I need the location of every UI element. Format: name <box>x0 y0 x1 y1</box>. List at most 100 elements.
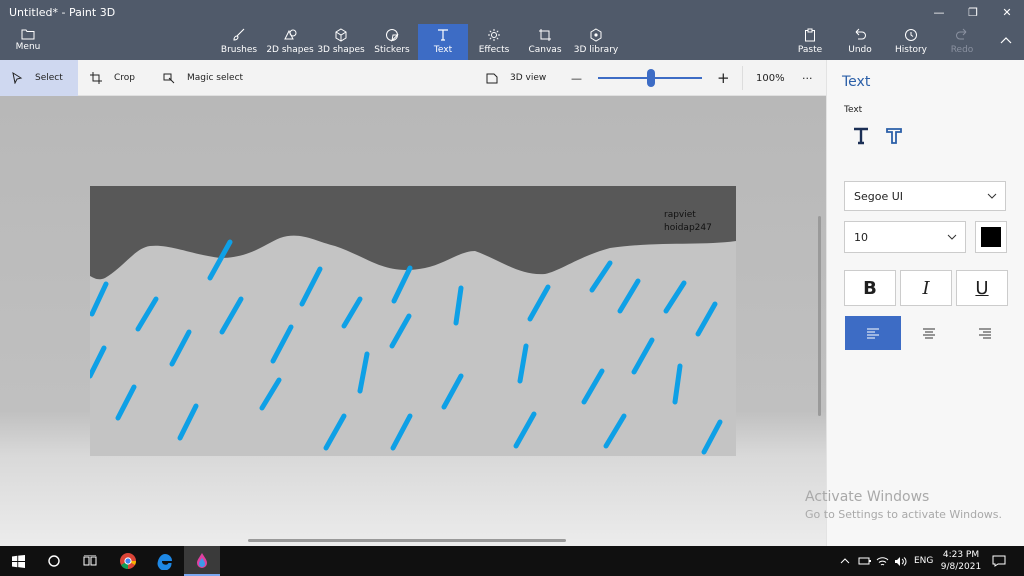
chrome-icon <box>120 553 137 570</box>
italic-button[interactable]: I <box>900 270 952 306</box>
task-view-icon <box>83 555 97 566</box>
zoom-in-button[interactable]: + <box>717 60 730 96</box>
clipboard-icon <box>805 28 815 42</box>
crop-button[interactable]: Crop <box>90 60 135 96</box>
canvas-icon <box>539 29 551 41</box>
chrome-taskbar-button[interactable] <box>110 546 146 576</box>
paint3d-taskbar-button[interactable] <box>184 546 220 576</box>
canvas-drawing <box>87 186 736 456</box>
more-options-button[interactable]: ··· <box>802 60 813 96</box>
font-size-select[interactable]: 10 <box>844 221 966 253</box>
effects-button[interactable]: Effects <box>469 24 519 60</box>
magic-select-label: Magic select <box>187 73 244 83</box>
notification-center-button[interactable] <box>992 546 1006 576</box>
undo-label: Undo <box>848 45 872 55</box>
font-family-value: Segoe UI <box>854 189 904 203</box>
panel-title: Text <box>842 74 871 90</box>
2d-text-button[interactable] <box>849 124 873 148</box>
paint3d-icon <box>197 553 207 568</box>
sub-toolbar: Select Crop Magic select 3D view — + 100… <box>0 60 826 96</box>
2d-shapes-label: 2D shapes <box>266 45 314 55</box>
redo-icon <box>956 28 967 40</box>
wifi-icon <box>876 556 889 565</box>
brushes-label: Brushes <box>220 45 258 55</box>
edge-taskbar-button[interactable] <box>147 546 183 576</box>
close-button[interactable]: ✕ <box>990 0 1024 24</box>
cube-icon <box>335 28 347 42</box>
search-button[interactable] <box>36 546 72 576</box>
text-color-fill <box>981 227 1001 247</box>
history-button[interactable]: History <box>886 24 936 60</box>
clock-time: 4:23 PM <box>942 550 980 560</box>
text-side-panel: Text Text Segoe UI 10 B I U <box>826 60 1024 546</box>
3d-library-button[interactable]: 3D library <box>571 24 621 60</box>
2d-shapes-button[interactable]: 2D shapes <box>265 24 315 60</box>
chevron-down-icon <box>987 193 997 199</box>
3d-view-label: 3D view <box>510 73 547 83</box>
canvas-text-line: rapviet <box>664 210 696 220</box>
menu-button[interactable]: Menu <box>8 28 48 56</box>
maximize-button[interactable]: ❐ <box>956 0 990 24</box>
task-view-button[interactable] <box>72 546 108 576</box>
volume-tray-button[interactable] <box>894 546 907 576</box>
workspace: rapviet hoidap247 <box>0 96 826 546</box>
magic-select-button[interactable]: Magic select <box>163 60 243 96</box>
wifi-tray-button[interactable] <box>876 546 889 576</box>
undo-icon <box>855 28 866 40</box>
search-circle-icon <box>48 555 60 567</box>
chevron-up-icon <box>840 558 850 564</box>
crop-icon <box>90 72 102 84</box>
text-tool-button[interactable]: Text <box>418 24 468 60</box>
font-family-select[interactable]: Segoe UI <box>844 181 1006 211</box>
align-right-button[interactable] <box>957 316 1013 350</box>
zoom-slider-thumb[interactable] <box>647 69 655 87</box>
canvas-button[interactable]: Canvas <box>520 24 570 60</box>
clock-date: 9/8/2021 <box>940 562 982 572</box>
horizontal-scrollbar[interactable] <box>248 539 566 542</box>
language-indicator[interactable]: ENG <box>914 546 933 576</box>
redo-button[interactable]: Redo <box>937 24 987 60</box>
underline-button[interactable]: U <box>956 270 1008 306</box>
brush-icon <box>233 28 245 41</box>
align-right-icon <box>979 328 991 339</box>
network-tray-button[interactable] <box>858 546 872 576</box>
align-center-button[interactable] <box>901 316 957 350</box>
window-controls: — ❐ ✕ <box>922 0 1024 24</box>
system-clock[interactable]: 4:23 PM 9/8/2021 <box>938 549 984 573</box>
vertical-scrollbar[interactable] <box>818 216 821 416</box>
divider <box>742 66 743 90</box>
paste-button[interactable]: Paste <box>785 24 835 60</box>
undo-button[interactable]: Undo <box>835 24 885 60</box>
3d-shapes-button[interactable]: 3D shapes <box>316 24 366 60</box>
activation-message: Go to Settings to activate Windows. <box>805 508 1003 521</box>
align-left-button[interactable] <box>845 316 901 350</box>
drawing-canvas[interactable]: rapviet hoidap247 <box>87 186 736 456</box>
brushes-button[interactable]: Brushes <box>214 24 264 60</box>
tray-chevron[interactable] <box>840 546 850 576</box>
align-left-icon <box>867 328 879 339</box>
magic-select-icon <box>163 73 175 84</box>
taskbar: ENG 4:23 PM 9/8/2021 <box>0 546 1024 576</box>
zoom-out-button[interactable]: — <box>571 60 582 96</box>
zoom-level[interactable]: 100% <box>756 60 785 96</box>
select-button[interactable]: Select <box>0 60 78 96</box>
3d-view-button[interactable]: 3D view <box>486 60 546 96</box>
activation-title: Activate Windows <box>805 489 930 505</box>
start-button[interactable] <box>0 546 36 576</box>
canvas-text-box[interactable]: rapviet hoidap247 <box>664 209 712 235</box>
3d-text-button[interactable] <box>882 124 906 148</box>
bold-button[interactable]: B <box>844 270 896 306</box>
paste-label: Paste <box>797 45 823 55</box>
menu-label: Menu <box>15 42 41 52</box>
select-label: Select <box>35 73 63 83</box>
collapse-ribbon-button[interactable] <box>988 24 1024 60</box>
history-icon <box>905 29 917 41</box>
text-color-swatch[interactable] <box>975 221 1007 253</box>
minimize-button[interactable]: — <box>922 0 956 24</box>
ribbon: Untitled* - Paint 3D — ❐ ✕ Menu Brushes … <box>0 0 1024 60</box>
speaker-icon <box>895 556 907 566</box>
text-icon <box>438 29 448 41</box>
align-center-icon <box>923 328 935 339</box>
stickers-button[interactable]: Stickers <box>367 24 417 60</box>
3d-view-icon <box>486 73 498 84</box>
